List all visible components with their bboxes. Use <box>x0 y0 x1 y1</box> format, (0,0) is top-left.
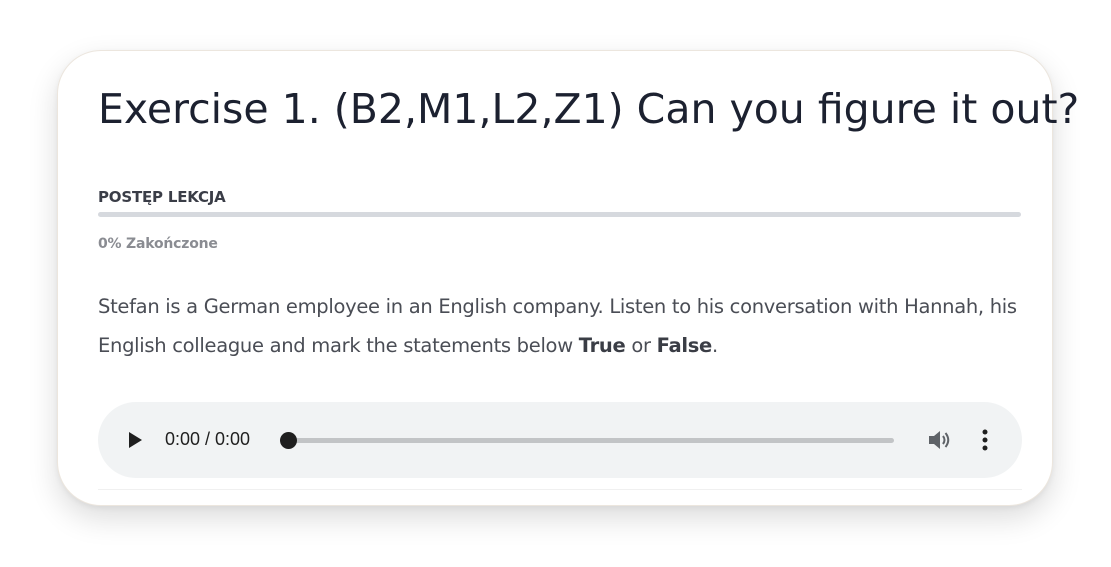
lesson-card: Exercise 1. (B2,M1,L2,Z1) Can you figure… <box>57 50 1079 506</box>
seek-thumb[interactable] <box>280 432 297 449</box>
progress-label: POSTĘP LEKCJA <box>98 188 226 206</box>
more-options-button[interactable] <box>978 428 992 452</box>
false-word: False <box>656 334 713 357</box>
time-display: 0:00 / 0:00 <box>165 429 251 449</box>
exercise-description: Stefan is a German employee in an Englis… <box>98 287 1023 365</box>
progress-bar <box>98 212 1021 217</box>
audio-player: 0:00 / 0:00 <box>98 402 1022 478</box>
exercise-title: Exercise 1. (B2,M1,L2,Z1) Can you figure… <box>98 85 1080 133</box>
divider <box>98 489 1022 490</box>
or-word: or <box>625 334 657 357</box>
seek-bar[interactable] <box>280 432 894 449</box>
play-icon <box>129 432 142 448</box>
description-end: . <box>711 334 718 357</box>
more-vert-icon <box>982 429 988 451</box>
play-button[interactable] <box>126 431 144 449</box>
true-word: True <box>578 334 626 357</box>
description-text: Stefan is a German employee in an Englis… <box>98 295 1017 357</box>
volume-icon <box>929 431 950 449</box>
progress-status: 0% Zakończone <box>98 236 218 252</box>
volume-button[interactable] <box>927 428 953 452</box>
